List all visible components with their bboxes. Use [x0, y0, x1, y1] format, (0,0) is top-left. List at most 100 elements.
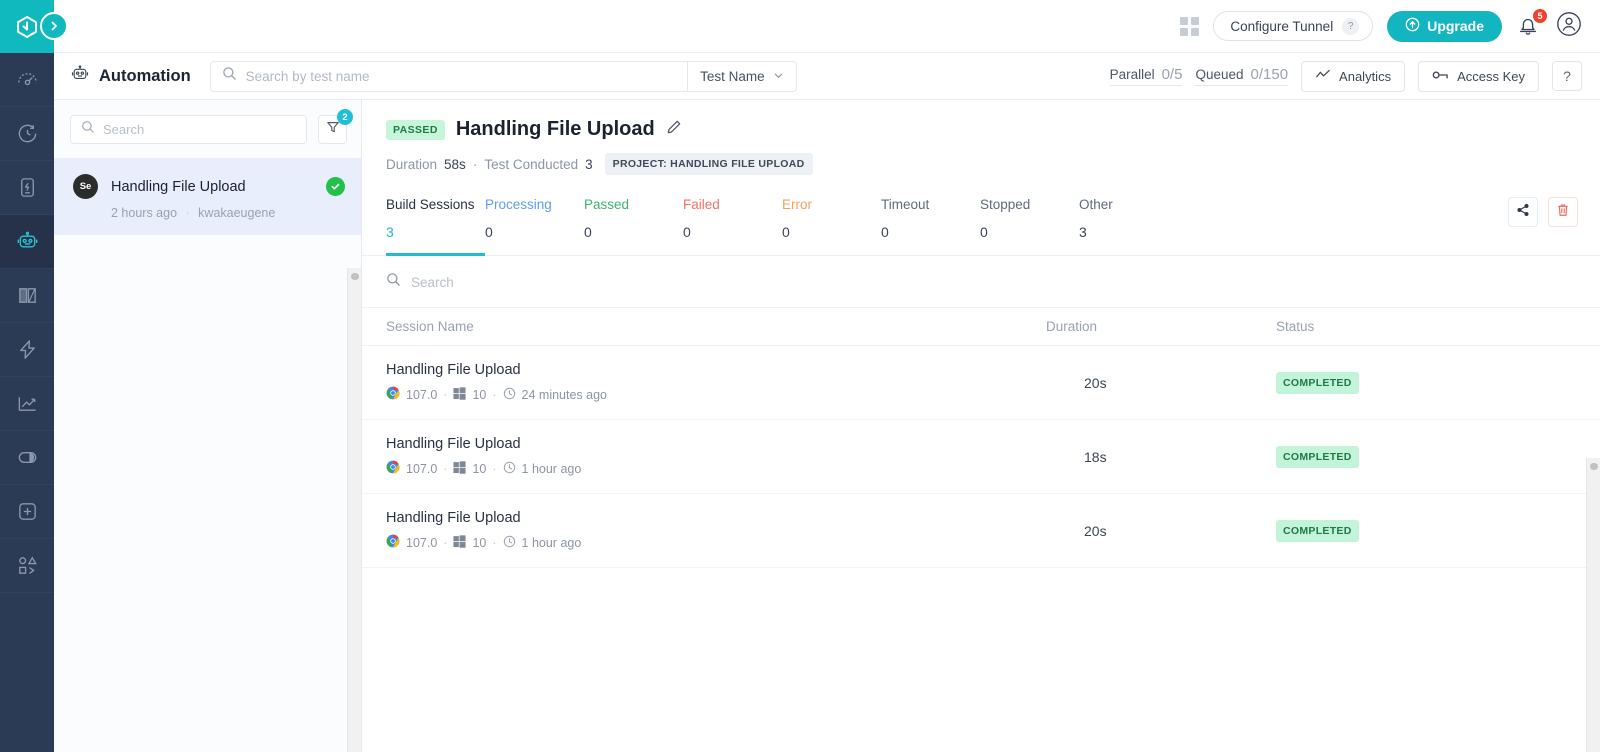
filter-button[interactable]: 2: [318, 109, 353, 144]
session-search-row[interactable]: [362, 256, 1600, 308]
windows-icon: [453, 386, 466, 403]
upgrade-arrow-icon: [1405, 17, 1420, 35]
sidebar-item-smart-ui[interactable]: [0, 431, 54, 485]
list-item[interactable]: Se Handling File Upload 2 hours ago · kw…: [54, 158, 361, 235]
session-name: Handling File Upload: [386, 510, 521, 526]
meta-separator: ·: [443, 461, 448, 476]
tab-failed[interactable]: Failed 0: [683, 197, 782, 256]
configure-tunnel-button[interactable]: Configure Tunnel ?: [1213, 11, 1374, 41]
clock-icon: [503, 535, 516, 551]
dashboard-speedometer-icon: [16, 68, 39, 91]
parallel-stat: Parallel 0/5: [1109, 66, 1183, 86]
session-name-cell: Handling File Upload: [386, 510, 1046, 551]
sessions-table-header: Session Name Duration Status: [362, 308, 1600, 346]
table-row[interactable]: Handling File Upload: [362, 494, 1600, 568]
tab-label: Failed: [683, 197, 720, 212]
upgrade-button[interactable]: Upgrade: [1387, 10, 1502, 42]
search-icon: [81, 120, 95, 139]
parallel-value: 0/5: [1161, 66, 1183, 83]
table-row[interactable]: Handling File Upload: [362, 346, 1600, 420]
search-icon: [222, 66, 237, 86]
session-search-input[interactable]: [411, 274, 731, 290]
list-item-time: 2 hours ago: [111, 206, 178, 220]
list-search-input[interactable]: [103, 122, 296, 137]
filter-count-badge: 2: [337, 109, 353, 125]
page-title: Automation: [70, 64, 191, 89]
meta-separator: ·: [492, 461, 497, 476]
duration-value: 58s: [444, 156, 466, 172]
session-status-cell: COMPLETED: [1276, 445, 1576, 468]
upgrade-label: Upgrade: [1427, 18, 1484, 34]
meta-separator: ·: [492, 387, 497, 402]
user-avatar-icon[interactable]: [1556, 11, 1582, 42]
list-scrollbar-thumb[interactable]: [351, 273, 359, 280]
project-badge: PROJECT: HANDLING FILE UPLOAD: [604, 153, 813, 175]
tab-timeout[interactable]: Timeout 0: [881, 197, 980, 256]
primary-nav-rail: [0, 0, 54, 752]
list-search-field[interactable]: [70, 115, 307, 144]
configure-tunnel-label: Configure Tunnel: [1230, 18, 1334, 34]
share-button[interactable]: [1508, 197, 1538, 227]
session-time: 1 hour ago: [521, 461, 582, 476]
analytics-label: Analytics: [1339, 68, 1392, 84]
sessions-scrollbar-thumb[interactable]: [1590, 463, 1598, 470]
build-actions: [1508, 197, 1578, 235]
share-icon: [1516, 203, 1530, 222]
list-item-user: kwakaeugene: [198, 206, 276, 220]
list-scrollbar[interactable]: [347, 268, 361, 752]
tab-label: Timeout: [881, 197, 930, 212]
sessions-scrollbar[interactable]: [1586, 458, 1600, 752]
queued-value: 0/150: [1250, 66, 1289, 83]
sidebar-item-integrations[interactable]: [0, 539, 54, 593]
tunnel-help-icon[interactable]: ?: [1342, 17, 1360, 35]
notifications-button[interactable]: 5: [1516, 9, 1547, 41]
delete-button[interactable]: [1548, 197, 1578, 227]
edit-pencil-icon[interactable]: [666, 119, 682, 140]
test-search-bar: Test Name: [209, 60, 797, 92]
sidebar-item-visual-regression[interactable]: [0, 269, 54, 323]
browser-version: 107.0: [406, 535, 438, 550]
sidebar-item-analytics[interactable]: [0, 377, 54, 431]
table-row[interactable]: Handling File Upload: [362, 420, 1600, 494]
browser-version: 107.0: [406, 387, 438, 402]
app-switcher-icon[interactable]: [1180, 16, 1200, 36]
session-time: 24 minutes ago: [521, 387, 608, 402]
realtime-clock-icon: [16, 122, 39, 145]
automation-robot-icon: [16, 230, 39, 253]
tab-processing[interactable]: Processing 0: [485, 197, 584, 256]
tab-other[interactable]: Other 3: [1079, 197, 1178, 256]
notification-bell-icon: [1516, 18, 1540, 41]
tab-passed[interactable]: Passed 0: [584, 197, 683, 256]
filter-funnel-icon: [326, 120, 340, 139]
tab-build-sessions[interactable]: Build Sessions 3: [386, 197, 485, 256]
access-key-button[interactable]: Access Key: [1418, 60, 1539, 92]
chrome-icon: [386, 460, 400, 477]
sidebar-item-automation[interactable]: [0, 215, 54, 269]
add-new-icon: [16, 500, 39, 523]
rail-expand-chevron-icon[interactable]: [40, 12, 68, 40]
search-scope-select[interactable]: Test Name: [687, 61, 796, 91]
module-title-label: Automation: [99, 66, 191, 85]
tab-value: 0: [683, 224, 691, 240]
top-bar: Configure Tunnel ? Upgrade 5: [40, 0, 1600, 53]
build-detail-panel: PASSED Handling File Upload Duration 58s…: [362, 100, 1600, 752]
clock-icon: [503, 387, 516, 403]
sidebar-item-app-testing[interactable]: [0, 161, 54, 215]
help-button[interactable]: ?: [1552, 61, 1582, 91]
sidebar-item-realtime[interactable]: [0, 107, 54, 161]
tab-error[interactable]: Error 0: [782, 197, 881, 256]
session-name: Handling File Upload: [386, 436, 521, 452]
sidebar-item-dashboard[interactable]: [0, 53, 54, 107]
sidebar-item-hyperexecute[interactable]: [0, 323, 54, 377]
search-input[interactable]: [245, 68, 677, 84]
sidebar-item-add-new[interactable]: [0, 485, 54, 539]
analytics-button[interactable]: Analytics: [1301, 60, 1406, 92]
meta-separator: ·: [472, 156, 478, 172]
search-field[interactable]: [211, 62, 687, 91]
search-scope-label: Test Name: [700, 68, 765, 84]
windows-icon: [453, 460, 466, 477]
queued-label: Queued: [1195, 67, 1244, 82]
tab-stopped[interactable]: Stopped 0: [980, 197, 1079, 256]
integrations-icon: [16, 554, 39, 577]
session-status-cell: COMPLETED: [1276, 519, 1576, 542]
